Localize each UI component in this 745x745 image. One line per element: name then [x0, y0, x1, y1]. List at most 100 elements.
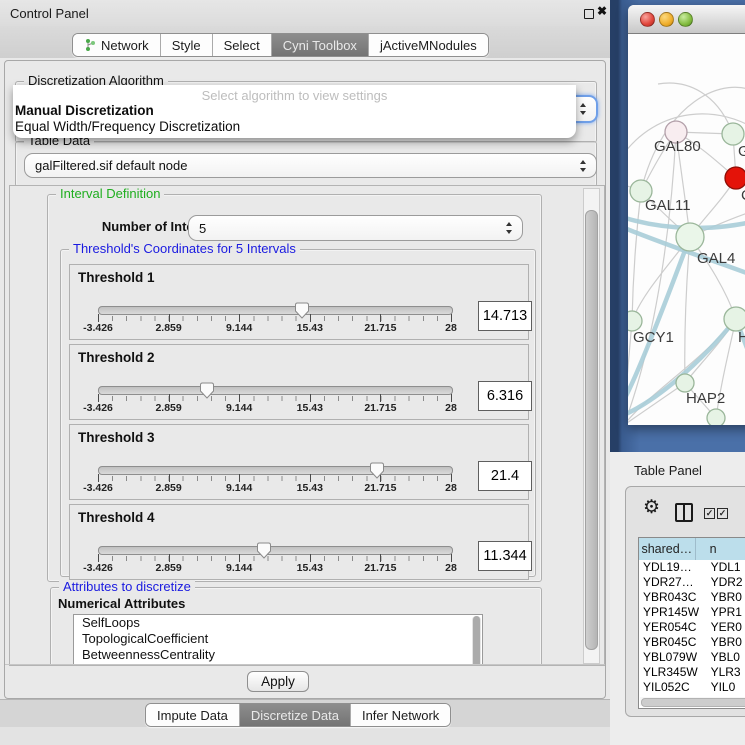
- close-traffic-button[interactable]: [640, 12, 655, 27]
- network-window: GAL80GCGAL11GAL4GCY1HHAP2: [628, 5, 745, 425]
- tick-label: 15.43: [297, 322, 323, 334]
- table-row[interactable]: YIL052CYIL0: [639, 680, 745, 695]
- table-row[interactable]: YDR27…YDR2: [639, 575, 745, 590]
- tab-impute-data[interactable]: Impute Data: [146, 704, 240, 726]
- popup-option-equal-width[interactable]: Equal Width/Frequency Discretization: [15, 119, 240, 134]
- slider-track[interactable]: [98, 546, 453, 555]
- table-row[interactable]: YBR045CYBR0: [639, 635, 745, 650]
- major-tick: [169, 474, 170, 482]
- tick-label: 21.715: [364, 482, 396, 494]
- zoom-traffic-button[interactable]: [678, 12, 693, 27]
- slider-thumb[interactable]: [294, 302, 310, 319]
- thresholds-group: Threshold's Coordinates for 5 Intervals …: [60, 249, 536, 577]
- minimize-traffic-button[interactable]: [659, 12, 674, 27]
- table-row[interactable]: YLR345WYLR3: [639, 665, 745, 680]
- node-label: C: [741, 187, 745, 204]
- table-row[interactable]: YPR145WYPR1: [639, 605, 745, 620]
- slider-track[interactable]: [98, 466, 453, 475]
- tick-label: 2.859: [155, 402, 181, 414]
- list-scrollbar-thumb[interactable]: [473, 616, 480, 666]
- major-tick: [239, 554, 240, 562]
- tab-style[interactable]: Style: [161, 34, 213, 56]
- apply-button[interactable]: Apply: [247, 671, 309, 692]
- slider-thumb[interactable]: [256, 542, 272, 559]
- tick-label: 21.715: [364, 322, 396, 334]
- checkbox-icon[interactable]: ✓: [717, 508, 728, 519]
- combo-arrows-icon: [580, 103, 587, 115]
- panel-title: Control Panel: [10, 6, 89, 21]
- numerical-attributes-list[interactable]: SelfLoopsTopologicalCoefficientBetweenne…: [73, 614, 483, 666]
- number-of-intervals-select[interactable]: 5: [188, 215, 523, 241]
- close-icon[interactable]: ✖: [597, 4, 607, 18]
- minor-ticks: [98, 316, 452, 321]
- node-table[interactable]: shared…n YDL19…YDL1YDR27…YDR2YBR043CYBR0…: [638, 537, 745, 709]
- network-node[interactable]: [725, 167, 745, 189]
- column-header-name[interactable]: n: [696, 538, 745, 560]
- major-tick: [451, 394, 452, 402]
- slider-thumb[interactable]: [199, 382, 215, 399]
- thresholds-container: Threshold 1-3.4262.8599.14415.4321.71528…: [61, 264, 535, 584]
- tab-network[interactable]: Network: [73, 34, 161, 56]
- threshold-value-field[interactable]: 21.4: [478, 461, 532, 491]
- major-tick: [451, 314, 452, 322]
- node-label: GCY1: [633, 329, 674, 346]
- threshold-value-field[interactable]: 6.316: [478, 381, 532, 411]
- footer-bar: Apply: [5, 664, 605, 698]
- numerical-attributes-label: Numerical Attributes: [58, 596, 185, 611]
- node-label: H: [738, 329, 745, 346]
- column-header-shared-name[interactable]: shared…: [639, 538, 696, 560]
- network-node[interactable]: [676, 223, 704, 251]
- table-hscrollbar[interactable]: [640, 697, 745, 706]
- network-view[interactable]: GAL80GCGAL11GAL4GCY1HHAP2: [628, 34, 745, 425]
- network-node[interactable]: [707, 409, 725, 425]
- table-row[interactable]: YBR043CYBR0: [639, 590, 745, 605]
- threshold-value-field[interactable]: 11.344: [478, 541, 532, 571]
- major-tick: [380, 394, 381, 402]
- attribute-item[interactable]: TopologicalCoefficient: [74, 631, 482, 647]
- slider-thumb[interactable]: [369, 462, 385, 479]
- popup-option-manual[interactable]: Manual Discretization: [15, 103, 154, 118]
- major-tick: [98, 554, 99, 562]
- major-tick: [169, 314, 170, 322]
- tab-select[interactable]: Select: [213, 34, 272, 56]
- table-data-select[interactable]: galFiltered.sif default node: [24, 153, 597, 178]
- table-data-selected-value: galFiltered.sif default node: [35, 158, 187, 173]
- threshold-panel: Threshold 2-3.4262.8599.14415.4321.71528…: [69, 344, 529, 420]
- major-tick: [239, 314, 240, 322]
- network-window-titlebar[interactable]: [628, 5, 745, 34]
- threshold-value-field[interactable]: 14.713: [478, 301, 532, 331]
- algorithm-popup: Select algorithm to view settings Manual…: [13, 85, 576, 138]
- network-node[interactable]: [628, 311, 642, 331]
- tab-jactivemnodules[interactable]: jActiveMNodules: [369, 34, 488, 56]
- split-columns-icon[interactable]: [675, 503, 693, 522]
- network-node[interactable]: [722, 123, 744, 145]
- tick-label: 15.43: [297, 562, 323, 574]
- panel-scrollbar-thumb[interactable]: [585, 210, 598, 650]
- attribute-item[interactable]: BetweennessCentrality: [74, 647, 482, 663]
- attribute-item[interactable]: SelfLoops: [74, 615, 482, 631]
- panel-scrollbar[interactable]: [583, 188, 600, 664]
- table-row[interactable]: YDL19…YDL1: [639, 560, 745, 575]
- float-window-icon[interactable]: [584, 9, 594, 19]
- tab-infer-network[interactable]: Infer Network: [351, 704, 450, 726]
- slider-track[interactable]: [98, 306, 453, 315]
- tick-label: 15.43: [297, 482, 323, 494]
- tick-label: 28: [445, 322, 457, 334]
- node-label: G: [738, 143, 745, 160]
- threshold-label: Threshold 1: [78, 270, 155, 285]
- table-hscrollbar-thumb[interactable]: [641, 698, 745, 707]
- table-row[interactable]: YER054CYER0: [639, 620, 745, 635]
- tick-label: 2.859: [155, 482, 181, 494]
- table-row[interactable]: YBL079WYBL0: [639, 650, 745, 665]
- major-tick: [98, 474, 99, 482]
- tick-label: -3.426: [83, 322, 113, 334]
- checkbox-icon[interactable]: ✓: [704, 508, 715, 519]
- list-scrollbar[interactable]: [472, 616, 481, 666]
- minor-ticks: [98, 476, 452, 481]
- control-panel: Control Panel ✖ NetworkStyleSelectCyni T…: [0, 0, 611, 745]
- tab-discretize-data[interactable]: Discretize Data: [240, 704, 351, 726]
- gear-icon[interactable]: ⚙: [643, 496, 660, 519]
- network-node[interactable]: [724, 307, 745, 331]
- slider-track[interactable]: [98, 386, 453, 395]
- tab-cyni-toolbox[interactable]: Cyni Toolbox: [272, 34, 369, 56]
